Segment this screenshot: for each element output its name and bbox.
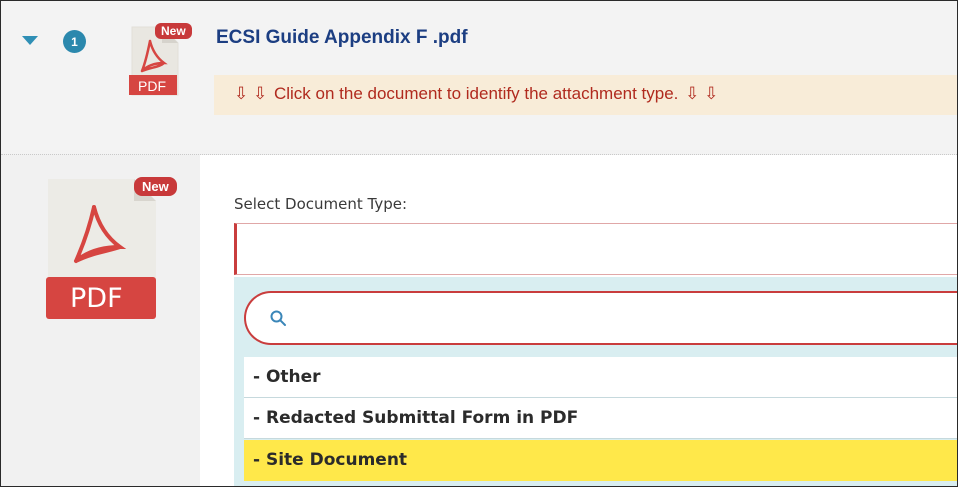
attachment-header[interactable]: 1 New PDF ECSI Guide Appendix F .pdf ⇩ ⇩…: [1, 1, 957, 154]
new-badge: New: [155, 23, 192, 39]
option-site-document[interactable]: - Site Document: [244, 440, 957, 481]
document-type-dropdown: - Other - Redacted Submittal Form in PDF…: [234, 277, 957, 486]
search-icon: [270, 310, 286, 326]
document-type-label: Select Document Type:: [234, 195, 408, 213]
collapse-caret-icon[interactable]: [22, 36, 38, 45]
new-badge: New: [134, 177, 177, 196]
attachment-panel: 1 New PDF ECSI Guide Appendix F .pdf ⇩ ⇩…: [0, 0, 958, 487]
dropdown-search-box[interactable]: [244, 291, 957, 345]
dropdown-search-input[interactable]: [298, 301, 952, 337]
option-redacted-submittal-form[interactable]: - Redacted Submittal Form in PDF: [244, 398, 957, 439]
attachment-count-badge: 1: [63, 30, 86, 53]
pdf-preview-icon[interactable]: New PDF: [46, 177, 181, 322]
pdf-label: PDF: [70, 283, 123, 314]
hint-text: Click on the document to identify the at…: [273, 84, 679, 103]
document-title-link[interactable]: ECSI Guide Appendix F .pdf: [216, 27, 468, 49]
down-arrows-icon: ⇩ ⇩: [685, 84, 719, 103]
option-other[interactable]: - Other: [244, 357, 957, 398]
hint-banner: ⇩ ⇩ Click on the document to identify th…: [214, 75, 957, 115]
document-type-form: Select Document Type: - Other - Redacted…: [200, 155, 957, 486]
pdf-label: PDF: [138, 78, 166, 94]
document-type-select[interactable]: [234, 223, 957, 275]
pdf-file-icon[interactable]: New PDF: [126, 23, 192, 97]
hint-message: ⇩ ⇩ Click on the document to identify th…: [232, 84, 720, 104]
down-arrows-icon: ⇩ ⇩: [234, 84, 268, 103]
